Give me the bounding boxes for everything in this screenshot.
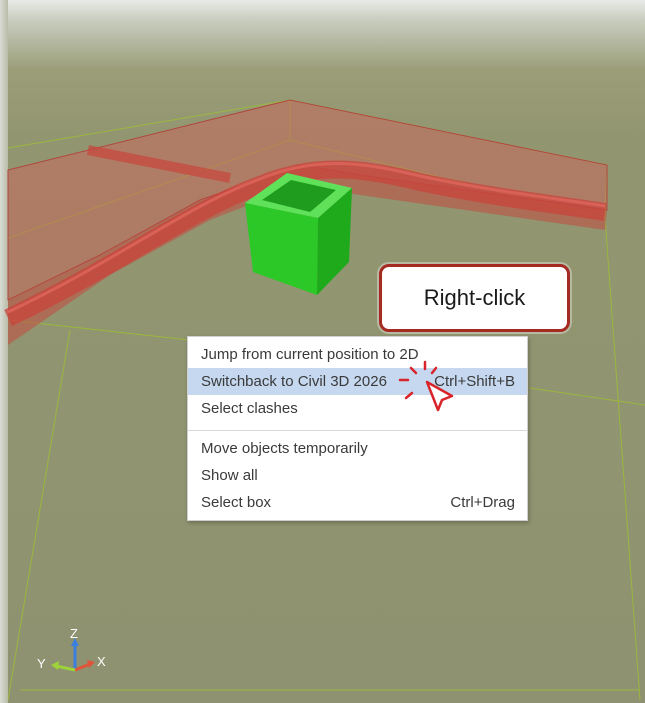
menu-item-label: Show all xyxy=(201,467,258,484)
menu-item-show-all[interactable]: Show all xyxy=(188,462,527,489)
menu-item-label: Select box xyxy=(201,494,272,511)
menu-item-switchback-civil3d[interactable]: Switchback to Civil 3D 2026 Ctrl+Shift+B xyxy=(188,368,527,395)
menu-item-label: Switchback to Civil 3D 2026 xyxy=(201,373,387,390)
menu-item-shortcut: Ctrl+Drag xyxy=(450,494,515,511)
menu-item-move-objects[interactable]: Move objects temporarily xyxy=(188,435,527,462)
menu-item-label: Move objects temporarily xyxy=(201,440,368,457)
menu-separator xyxy=(188,430,527,431)
3d-viewport[interactable]: Jump from current position to 2D Switchb… xyxy=(0,0,645,703)
axis-z-label: Z xyxy=(70,626,78,641)
context-menu: Jump from current position to 2D Switchb… xyxy=(187,336,528,521)
axis-x-label: X xyxy=(97,654,106,669)
axis-gizmo: Z Y X xyxy=(37,626,106,672)
menu-item-select-box[interactable]: Select box Ctrl+Drag xyxy=(188,489,527,516)
menu-item-label: Select clashes xyxy=(201,400,298,417)
right-click-callout: Right-click xyxy=(379,264,570,332)
menu-item-select-clashes[interactable]: Select clashes xyxy=(188,395,527,422)
axis-y-label: Y xyxy=(37,656,46,671)
menu-item-label: Jump from current position to 2D xyxy=(201,346,419,363)
menu-item-jump-to-2d[interactable]: Jump from current position to 2D xyxy=(188,341,527,368)
click-cursor-icon xyxy=(398,360,454,412)
